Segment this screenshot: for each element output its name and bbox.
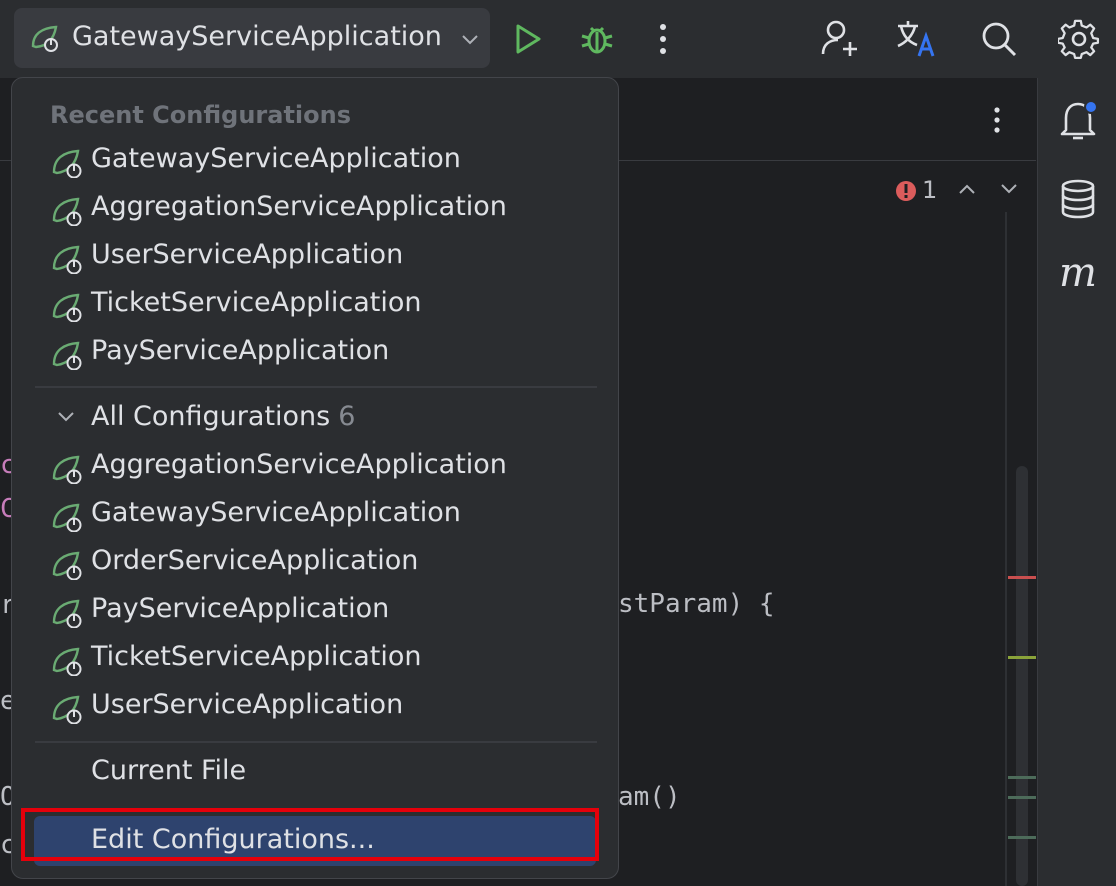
code-fragment: stParam) { (618, 589, 775, 619)
chevron-down-icon (58, 412, 74, 422)
config-label: UserServiceApplication (91, 239, 404, 270)
recent-config-item[interactable]: GatewayServiceApplication (12, 139, 618, 185)
all-configurations-title: All Configurations 6 (91, 401, 356, 432)
spring-boot-icon (52, 293, 82, 322)
current-file-label: Current File (91, 755, 247, 786)
code-fragment: am() (618, 782, 681, 812)
config-item[interactable]: UserServiceApplication (12, 685, 618, 731)
recent-config-item[interactable]: TicketServiceApplication (12, 283, 618, 329)
database-icon[interactable] (1060, 178, 1096, 220)
warning-marker[interactable] (1008, 656, 1036, 659)
translate-icon[interactable] (895, 18, 939, 60)
spring-boot-icon (52, 503, 82, 532)
config-label: GatewayServiceApplication (91, 143, 461, 174)
editor-gutter-line (1005, 212, 1007, 886)
recent-config-item[interactable]: PayServiceApplication (12, 331, 618, 377)
config-item[interactable]: PayServiceApplication (12, 589, 618, 635)
run-configuration-selector[interactable]: GatewayServiceApplication (14, 8, 490, 68)
spring-boot-icon (31, 25, 58, 52)
config-label: AggregationServiceApplication (91, 191, 507, 222)
config-label: AggregationServiceApplication (91, 449, 507, 480)
more-vertical-icon[interactable] (654, 22, 672, 56)
run-icon[interactable] (512, 22, 544, 56)
error-count: 1 (922, 176, 938, 204)
chevron-up-icon[interactable] (957, 182, 977, 196)
separator (35, 386, 597, 388)
recent-config-item[interactable]: AggregationServiceApplication (12, 187, 618, 233)
spring-boot-icon (52, 647, 82, 676)
right-tool-window-bar: m (1037, 78, 1116, 886)
notifications-icon[interactable] (1058, 98, 1100, 142)
info-marker[interactable] (1008, 796, 1036, 799)
config-label: TicketServiceApplication (91, 287, 422, 318)
debug-icon[interactable] (578, 20, 616, 58)
run-configurations-popup: Recent Configurations GatewayServiceAppl… (11, 77, 619, 879)
spring-boot-icon (52, 551, 82, 580)
more-vertical-icon[interactable] (988, 106, 1006, 136)
config-label: PayServiceApplication (91, 335, 390, 366)
main-toolbar: GatewayServiceApplication (0, 0, 1116, 78)
editor-scrollbar[interactable] (1016, 466, 1028, 886)
info-marker[interactable] (1008, 776, 1036, 779)
config-label: UserServiceApplication (91, 689, 404, 720)
config-item[interactable]: AggregationServiceApplication (12, 445, 618, 491)
spring-boot-icon (52, 599, 82, 628)
spring-boot-icon (52, 149, 82, 178)
add-user-icon[interactable] (820, 18, 862, 60)
all-configurations-count: 6 (338, 401, 356, 432)
spring-boot-icon (52, 341, 82, 370)
config-item[interactable]: GatewayServiceApplication (12, 493, 618, 539)
maven-icon[interactable]: m (1059, 250, 1097, 296)
spring-boot-icon (52, 695, 82, 724)
config-label: OrderServiceApplication (91, 545, 419, 576)
info-marker[interactable] (1008, 836, 1036, 839)
config-label: PayServiceApplication (91, 593, 390, 624)
config-item[interactable]: TicketServiceApplication (12, 637, 618, 683)
settings-icon[interactable] (1058, 18, 1100, 60)
current-file-item[interactable]: Current File (12, 751, 618, 797)
spring-boot-icon (52, 455, 82, 484)
spring-boot-icon (52, 197, 82, 226)
config-label: GatewayServiceApplication (91, 497, 461, 528)
error-icon[interactable] (895, 180, 917, 202)
run-configuration-name: GatewayServiceApplication (72, 21, 442, 52)
separator (35, 741, 597, 743)
recent-configurations-title: Recent Configurations (50, 101, 352, 129)
search-icon[interactable] (980, 20, 1018, 58)
edit-configurations-item[interactable]: Edit Configurations... (34, 816, 596, 866)
config-item[interactable]: OrderServiceApplication (12, 541, 618, 587)
chevron-down-icon (462, 35, 478, 45)
chevron-down-icon[interactable] (999, 182, 1019, 196)
error-marker[interactable] (1008, 576, 1036, 579)
recent-config-item[interactable]: UserServiceApplication (12, 235, 618, 281)
edit-configurations-label: Edit Configurations... (91, 824, 375, 855)
all-configurations-group[interactable]: All Configurations 6 (12, 397, 618, 443)
spring-boot-icon (52, 245, 82, 274)
config-label: TicketServiceApplication (91, 641, 422, 672)
